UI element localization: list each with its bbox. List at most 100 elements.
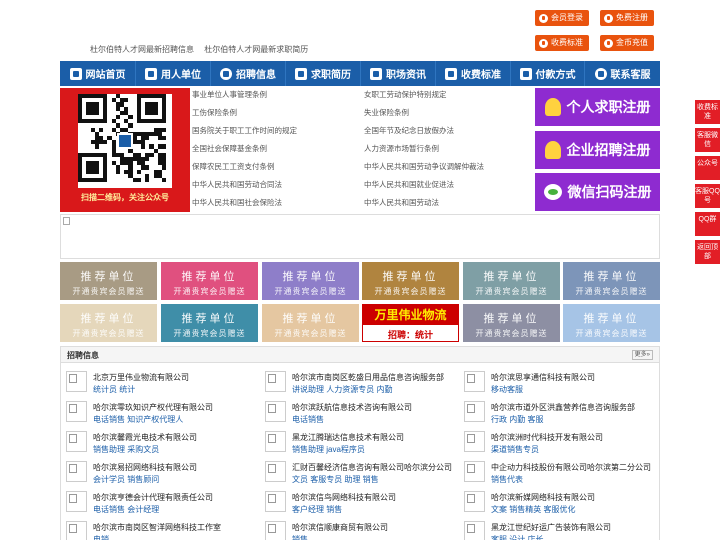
position-links[interactable]: 销售 [292,534,308,540]
company-name-link[interactable]: 汇财百馨经济信息咨询有限公司哈尔滨分公司 [292,462,452,473]
latest-resumes-link[interactable]: 杜尔伯特人才网最新求职简历 [204,45,308,54]
company-logo[interactable] [265,491,286,512]
position-links[interactable]: 销售助理 采购文员 [93,444,159,455]
law-link[interactable]: 中华人民共和国就业促进法 [364,179,454,190]
nav-payment[interactable]: 付款方式 [511,61,585,86]
side-wechat-button[interactable]: 客服微信 [695,128,720,152]
nav-resumes[interactable]: 求职简历 [286,61,361,86]
company-name-link[interactable]: 黑龙江腾瑞达信息技术有限公司 [292,432,404,443]
recommended-employer-tile[interactable]: 推荐单位 开通贵宾会员赠送 [161,262,258,300]
position-links[interactable]: 销售助理 java程序员 [292,444,365,455]
recommended-employer-tile[interactable]: 推荐单位 开通贵宾会员赠送 [161,304,258,342]
company-logo[interactable] [464,431,485,452]
company-name-link[interactable]: 哈尔滨信鸟网络科技有限公司 [292,492,396,503]
company-logo[interactable] [66,371,87,392]
company-logo[interactable] [66,401,87,422]
position-links[interactable]: 渠道销售专员 [491,444,539,455]
side-pricing-button[interactable]: 收费标准 [695,100,720,124]
law-link[interactable]: 中华人民共和国劳动法 [364,197,439,208]
position-links[interactable]: 文员 客服专员 助理 销售 [292,474,379,485]
company-name-link[interactable]: 哈尔滨信顺康商贸有限公司 [292,522,388,533]
company-logo[interactable] [66,491,87,512]
register-button[interactable]: 免费注册 [600,10,654,26]
position-links[interactable]: 移动客服 [491,384,523,395]
law-link[interactable]: 事业单位人事管理条例 [192,89,267,100]
recommended-employer-tile[interactable]: 推荐单位 开通贵宾会员赠送 [463,262,560,300]
recommended-employer-tile[interactable]: 推荐单位 开通贵宾会员赠送 [563,304,660,342]
company-logo[interactable] [265,431,286,452]
position-links[interactable]: 会计学员 销售顾问 [93,474,159,485]
featured-employer-ad[interactable]: 万里伟业物流 招聘：统计 [362,304,459,342]
company-name-link[interactable]: 北京万里伟业物流有限公司 [93,372,189,383]
position-links[interactable]: 客服 设计 店长 [491,534,543,540]
company-name-link[interactable]: 哈尔滨易招网络科技有限公司 [93,462,197,473]
position-links[interactable]: 电话销售 会计经理 [93,504,159,515]
position-links[interactable]: 客户经理 销售 [292,504,342,515]
law-link[interactable]: 失业保险条例 [364,107,409,118]
recommended-employer-tile[interactable]: 推荐单位 开通贵宾会员赠送 [563,262,660,300]
side-qq-group-button[interactable]: QQ群 [695,212,720,236]
law-link[interactable]: 全国社会保障基金条例 [192,143,267,154]
company-logo[interactable] [464,401,485,422]
nav-support[interactable]: 联系客服 [585,61,660,86]
position-links[interactable]: 行政 内勤 客服 [491,414,543,425]
company-logo[interactable] [464,371,485,392]
recharge-button[interactable]: 金币充值 [600,35,654,51]
law-link[interactable]: 保障农民工工资支付条例 [192,161,275,172]
company-name-link[interactable]: 哈尔滨市道外区洪鑫营养信息咨询服务部 [491,402,635,413]
company-logo[interactable] [66,521,87,540]
nav-employers[interactable]: 用人单位 [136,61,211,86]
law-link[interactable]: 中华人民共和国劳动争议调解仲裁法 [364,161,484,172]
ad-banner[interactable] [60,214,660,259]
nav-pricing[interactable]: 收费标准 [436,61,511,86]
law-link[interactable]: 中华人民共和国劳动合同法 [192,179,282,190]
position-links[interactable]: 电销 [93,534,109,540]
company-name-link[interactable]: 黑龙江世纪好运广告装饰有限公司 [491,522,611,533]
latest-jobs-link[interactable]: 杜尔伯特人才网最新招聘信息 [90,45,194,54]
company-logo[interactable] [464,461,485,482]
law-link[interactable]: 全国年节及纪念日放假办法 [364,125,454,136]
company-name-link[interactable]: 哈尔滨洲时代科技开发有限公司 [491,432,603,443]
company-name-link[interactable]: 哈尔滨零玖知识产权代理有限公司 [93,402,213,413]
company-logo[interactable] [464,491,485,512]
company-name-link[interactable]: 中企动力科技股份有限公司哈尔滨第二分公司 [491,462,651,473]
position-links[interactable]: 统计员 统计 [93,384,135,395]
position-links[interactable]: 销售代表 [491,474,523,485]
company-name-link[interactable]: 哈尔滨思享通信科技有限公司 [491,372,595,383]
company-logo[interactable] [66,431,87,452]
recommended-employer-tile[interactable]: 推荐单位 开通贵宾会员赠送 [60,262,157,300]
company-logo[interactable] [265,401,286,422]
side-qq-button[interactable]: 客服QQ号 [695,184,720,208]
recommended-employer-tile[interactable]: 推荐单位 开通贵宾会员赠送 [362,262,459,300]
company-logo[interactable] [66,461,87,482]
back-to-top-button[interactable]: 返回顶部 [695,240,720,264]
company-logo[interactable] [265,461,286,482]
company-name-link[interactable]: 哈尔滨跃航信息技术咨询有限公司 [292,402,412,413]
side-official-account-button[interactable]: 公众号 [695,156,720,180]
position-links[interactable]: 讲说助理 人力资源专员 内勤 [292,384,392,395]
nav-jobs[interactable]: 招聘信息 [211,61,286,86]
recommended-employer-tile[interactable]: 推荐单位 开通贵宾会员赠送 [60,304,157,342]
company-logo[interactable] [265,521,286,540]
more-button[interactable]: 更多» [631,350,653,360]
nav-home[interactable]: 网站首页 [60,61,136,86]
recommended-employer-tile[interactable]: 推荐单位 开通贵宾会员赠送 [262,304,359,342]
law-link[interactable]: 国务院关于职工工作时间的规定 [192,125,297,136]
company-name-link[interactable]: 哈尔滨亨德会计代理有限责任公司 [93,492,213,503]
company-logo[interactable] [265,371,286,392]
job-seeker-register-button[interactable]: 个人求职注册 [535,88,660,126]
law-link[interactable]: 工伤保险条例 [192,107,237,118]
wechat-register-button[interactable]: 微信扫码注册 [535,173,660,211]
law-link[interactable]: 人力资源市场暂行条例 [364,143,439,154]
company-name-link[interactable]: 哈尔滨馨霞光电技术有限公司 [93,432,197,443]
employer-register-button[interactable]: 企业招聘注册 [535,131,660,169]
pricing-button[interactable]: 收费标准 [535,35,589,51]
recommended-employer-tile[interactable]: 推荐单位 开通贵宾会员赠送 [262,262,359,300]
recommended-employer-tile[interactable]: 推荐单位 开通贵宾会员赠送 [463,304,560,342]
login-button[interactable]: 会员登录 [535,10,589,26]
company-logo[interactable] [464,521,485,540]
company-name-link[interactable]: 哈尔滨新媒网络科技有限公司 [491,492,595,503]
position-links[interactable]: 电话销售 知识产权代理人 [93,414,183,425]
position-links[interactable]: 文案 销售精英 客服优化 [491,504,575,515]
nav-news[interactable]: 职场资讯 [361,61,436,86]
